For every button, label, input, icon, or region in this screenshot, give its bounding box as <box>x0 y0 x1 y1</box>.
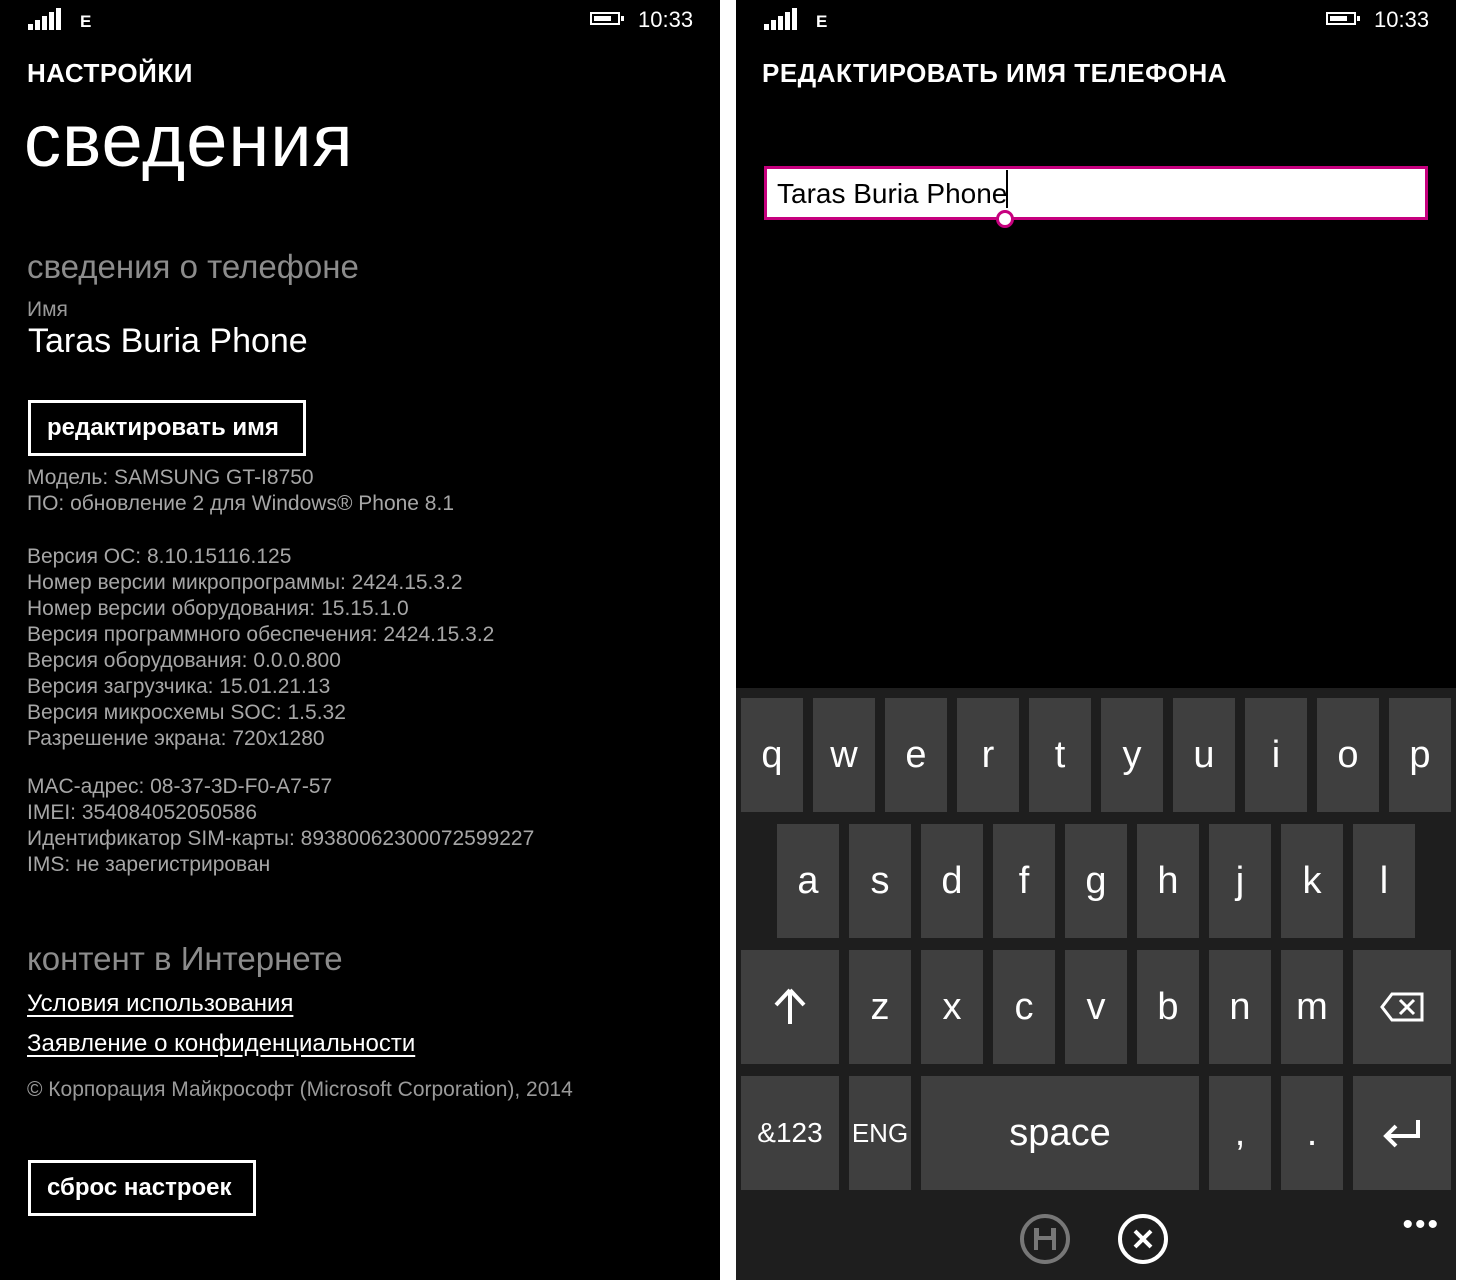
info-group-ids: MAC-адрес: 08-37-3D-F0-A7-57 IMEI: 35408… <box>27 774 534 878</box>
network-type: E <box>816 12 828 31</box>
space-key[interactable]: space <box>921 1076 1199 1190</box>
info-line: ПО: обновление 2 для Windows® Phone 8.1 <box>27 492 455 515</box>
on-screen-keyboard: q w e r t y u i o p a s d f g h j k l z … <box>736 688 1456 1200</box>
key-j[interactable]: j <box>1209 824 1271 938</box>
info-line: IMEI: 354084052050586 <box>27 801 258 824</box>
terms-of-use-link[interactable]: Условия использования <box>27 990 293 1018</box>
period-key[interactable]: . <box>1281 1076 1343 1190</box>
info-line: Номер версии микропрограммы: 2424.15.3.2 <box>27 571 463 594</box>
clock: 10:33 <box>1374 7 1430 32</box>
info-line: Версия загрузчика: 15.01.21.13 <box>27 675 331 698</box>
info-line: Версия микросхемы SOC: 1.5.32 <box>27 701 346 724</box>
network-type: E <box>80 12 92 31</box>
key-a[interactable]: a <box>777 824 839 938</box>
key-l[interactable]: l <box>1353 824 1415 938</box>
info-group-versions: Версия ОС: 8.10.15116.125 Номер версии м… <box>27 544 494 752</box>
key-g[interactable]: g <box>1065 824 1127 938</box>
info-line: Идентификатор SIM-карты: 893800623000725… <box>27 827 535 850</box>
info-line: Версия оборудования: 0.0.0.800 <box>27 649 341 672</box>
shift-icon <box>774 988 806 1024</box>
backspace-icon <box>1380 992 1424 1022</box>
info-line: Версия программного обеспечения: 2424.15… <box>27 623 495 646</box>
phone-name-input-text: Taras Buria Phone <box>777 178 1008 209</box>
phone-name-value: Taras Buria Phone <box>28 322 308 360</box>
info-line: Разрешение экрана: 720x1280 <box>27 727 325 750</box>
key-f[interactable]: f <box>993 824 1055 938</box>
edit-name-button[interactable]: редактировать имя <box>28 400 306 456</box>
online-content-section-title: контент в Интернете <box>27 940 343 977</box>
more-options-button[interactable]: ••• <box>1402 1208 1440 1242</box>
phone-info-section-title: сведения о телефоне <box>27 248 359 285</box>
key-v[interactable]: v <box>1065 950 1127 1064</box>
key-c[interactable]: c <box>993 950 1055 1064</box>
key-k[interactable]: k <box>1281 824 1343 938</box>
settings-about-screen: E 10:33 НАСТРОЙКИ сведения сведения о те… <box>0 0 720 1280</box>
enter-icon <box>1383 1120 1420 1148</box>
reset-phone-button[interactable]: сброс настроек <box>28 1160 256 1216</box>
key-y[interactable]: y <box>1101 698 1163 812</box>
key-p[interactable]: p <box>1389 698 1451 812</box>
privacy-statement-link[interactable]: Заявление о конфиденциальности <box>27 1030 415 1058</box>
caret-handle[interactable] <box>996 210 1014 228</box>
phone-name-input[interactable]: Taras Buria Phone <box>764 166 1428 220</box>
key-z[interactable]: z <box>849 950 911 1064</box>
signal-icon <box>28 8 64 30</box>
info-line: IMS: не зарегистрирован <box>27 853 271 876</box>
app-title: НАСТРОЙКИ <box>27 58 193 88</box>
key-d[interactable]: d <box>921 824 983 938</box>
enter-key[interactable] <box>1353 1076 1451 1190</box>
name-label: Имя <box>27 298 68 321</box>
symbols-key[interactable]: &123 <box>741 1076 839 1190</box>
backspace-key[interactable] <box>1353 950 1451 1064</box>
info-group-model: Модель: SAMSUNG GT-I8750 ПО: обновление … <box>27 465 454 517</box>
key-x[interactable]: x <box>921 950 983 1064</box>
language-key[interactable]: ENG <box>849 1076 911 1190</box>
app-bar: ••• <box>736 1200 1456 1280</box>
key-i[interactable]: i <box>1245 698 1307 812</box>
edit-phone-name-screen: E 10:33 РЕДАКТИРОВАТЬ ИМЯ ТЕЛЕФОНА Taras… <box>736 0 1456 1280</box>
signal-icon <box>764 8 800 30</box>
edit-name-title: РЕДАКТИРОВАТЬ ИМЯ ТЕЛЕФОНА <box>762 58 1228 88</box>
cancel-button[interactable] <box>1118 1214 1168 1264</box>
key-q[interactable]: q <box>741 698 803 812</box>
save-button[interactable] <box>1020 1214 1070 1264</box>
info-line: Номер версии оборудования: 15.15.1.0 <box>27 597 409 620</box>
battery-icon <box>590 12 624 25</box>
info-line: Версия ОС: 8.10.15116.125 <box>27 545 292 568</box>
key-r[interactable]: r <box>957 698 1019 812</box>
text-caret <box>1006 170 1008 208</box>
key-e[interactable]: e <box>885 698 947 812</box>
info-line: MAC-адрес: 08-37-3D-F0-A7-57 <box>27 775 333 798</box>
status-bar: E 10:33 <box>0 0 720 44</box>
clock: 10:33 <box>638 7 694 32</box>
copyright-text: © Корпорация Майкрософт (Microsoft Corpo… <box>27 1078 573 1101</box>
key-w[interactable]: w <box>813 698 875 812</box>
key-o[interactable]: o <box>1317 698 1379 812</box>
info-line: Модель: SAMSUNG GT-I8750 <box>27 466 314 489</box>
key-n[interactable]: n <box>1209 950 1271 1064</box>
battery-icon <box>1326 12 1360 25</box>
cancel-icon <box>1133 1229 1153 1249</box>
key-h[interactable]: h <box>1137 824 1199 938</box>
shift-key[interactable] <box>741 950 839 1064</box>
save-icon <box>1034 1228 1056 1250</box>
key-u[interactable]: u <box>1173 698 1235 812</box>
status-bar: E 10:33 <box>736 0 1456 44</box>
key-b[interactable]: b <box>1137 950 1199 1064</box>
comma-key[interactable]: , <box>1209 1076 1271 1190</box>
page-title: сведения <box>24 99 354 182</box>
key-t[interactable]: t <box>1029 698 1091 812</box>
key-m[interactable]: m <box>1281 950 1343 1064</box>
key-s[interactable]: s <box>849 824 911 938</box>
